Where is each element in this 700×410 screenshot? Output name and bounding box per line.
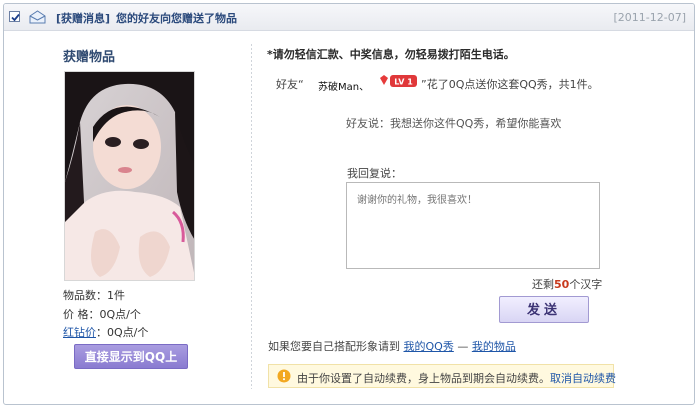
gift-item-heading: 获赠物品 bbox=[63, 50, 116, 65]
message-header: [获赠消息] 您的好友向您赠送了物品 [2011-12-07] bbox=[4, 4, 694, 31]
diamond-price-link[interactable]: 红钻价 bbox=[63, 326, 96, 339]
remaining-count: 50 bbox=[554, 278, 570, 291]
link-separator: — bbox=[453, 340, 472, 353]
auto-renew-notice: 由于你设置了自动续费，身上物品到期会自动续费。取消自动续费 bbox=[268, 364, 616, 388]
notice-text: 由于你设置了自动续费，身上物品到期会自动续费。 bbox=[297, 372, 550, 385]
my-qqshow-link[interactable]: 我的QQ秀 bbox=[404, 340, 454, 353]
item-count-row: 物品数：1件 bbox=[63, 287, 125, 303]
message-title: 您的好友向您赠送了物品 bbox=[116, 12, 237, 25]
select-checkbox[interactable] bbox=[9, 11, 20, 22]
gift-message-panel: [获赠消息] 您的好友向您赠送了物品 [2011-12-07] 获赠物品 物品数… bbox=[3, 3, 695, 405]
diamond-price-row: 红钻价：0Q点/个 bbox=[63, 324, 148, 340]
link-prefix: 如果您要自己搭配形象请到 bbox=[268, 340, 404, 353]
friend-prefix: 好友“ bbox=[276, 78, 304, 91]
item-price-label: 价 格： bbox=[63, 308, 100, 321]
my-items-link[interactable]: 我的物品 bbox=[472, 340, 516, 353]
level-badge-text: LV 1 bbox=[394, 78, 413, 87]
remaining-suffix: 个汉字 bbox=[569, 278, 603, 291]
friend-gift-summary: ”花了0Q点送你这套QQ秀，共1件。 bbox=[421, 78, 599, 91]
remaining-chars: 还剩50个汉字 bbox=[532, 276, 602, 292]
message-type-tag: [获赠消息] bbox=[56, 12, 111, 25]
column-divider bbox=[251, 44, 252, 389]
gift-item-image bbox=[64, 71, 195, 281]
friend-message: 好友说：我想送你这件QQ秀，希望你能喜欢 bbox=[346, 117, 562, 130]
reply-label: 我回复说： bbox=[347, 167, 402, 180]
item-price-row: 价 格：0Q点/个 bbox=[63, 306, 141, 322]
friend-name[interactable]: 苏破Man、 bbox=[318, 78, 370, 93]
reply-textarea[interactable] bbox=[346, 182, 600, 269]
item-count-value: 1件 bbox=[107, 289, 125, 302]
envelope-icon bbox=[29, 10, 46, 24]
item-count-label: 物品数： bbox=[63, 289, 107, 302]
diamond-price-value: ：0Q点/个 bbox=[96, 326, 149, 339]
cancel-auto-renew-link[interactable]: 取消自动续费 bbox=[550, 372, 616, 385]
message-date: [2011-12-07] bbox=[613, 11, 686, 24]
show-on-qq-button[interactable]: 直接显示到QQ上 bbox=[74, 344, 188, 369]
safety-warning: *请勿轻信汇款、中奖信息，勿轻易拨打陌生电话。 bbox=[267, 48, 515, 61]
dress-up-links: 如果您要自己搭配形象请到 我的QQ秀 — 我的物品 bbox=[268, 338, 516, 354]
send-button[interactable]: 发送 bbox=[499, 296, 589, 323]
remaining-prefix: 还剩 bbox=[532, 278, 554, 291]
level-badge-icon: LV 1 bbox=[380, 75, 417, 87]
info-icon bbox=[277, 369, 291, 383]
item-price-value: 0Q点/个 bbox=[99, 308, 141, 321]
